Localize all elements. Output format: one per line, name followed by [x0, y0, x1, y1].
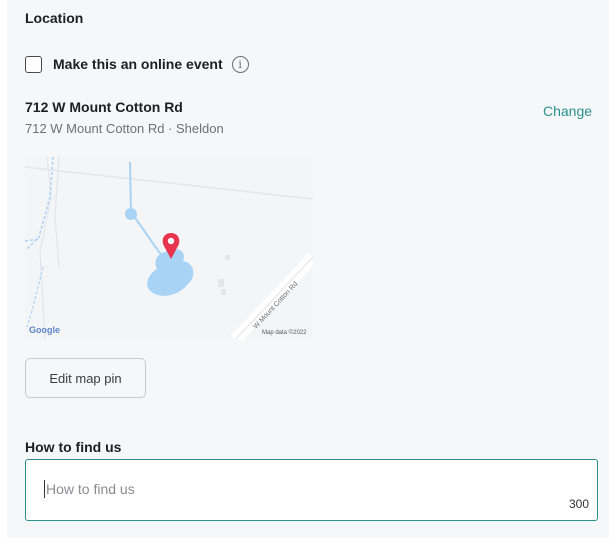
how-to-find-field[interactable]: 300 [25, 459, 598, 521]
map-building [225, 255, 230, 260]
map-attribution: Map data ©2022 [262, 329, 307, 336]
location-panel: Location Make this an online event i 712… [7, 0, 609, 538]
change-location-link[interactable]: Change [543, 103, 592, 119]
map-graphic: W Mount Cotton Rd Google Map data ©2022 [25, 157, 313, 340]
info-icon[interactable]: i [231, 55, 249, 73]
map-pond [125, 208, 137, 220]
online-event-row: Make this an online event i [25, 53, 249, 75]
how-to-find-label: How to find us [25, 439, 122, 455]
char-counter: 300 [568, 497, 589, 511]
section-title: Location [25, 10, 84, 26]
map-logo: Google [29, 325, 60, 335]
online-event-checkbox[interactable] [25, 55, 42, 73]
edit-map-pin-button[interactable]: Edit map pin [25, 358, 146, 398]
venue-address: 712 W Mount Cotton Rd · Sheldon [25, 121, 224, 136]
venue-name: 712 W Mount Cotton Rd [25, 99, 183, 115]
map-building [218, 279, 224, 287]
map-building [221, 289, 226, 295]
how-to-find-input[interactable] [44, 480, 548, 498]
map-preview[interactable]: W Mount Cotton Rd Google Map data ©2022 [25, 157, 313, 340]
online-event-label[interactable]: Make this an online event [53, 56, 223, 72]
